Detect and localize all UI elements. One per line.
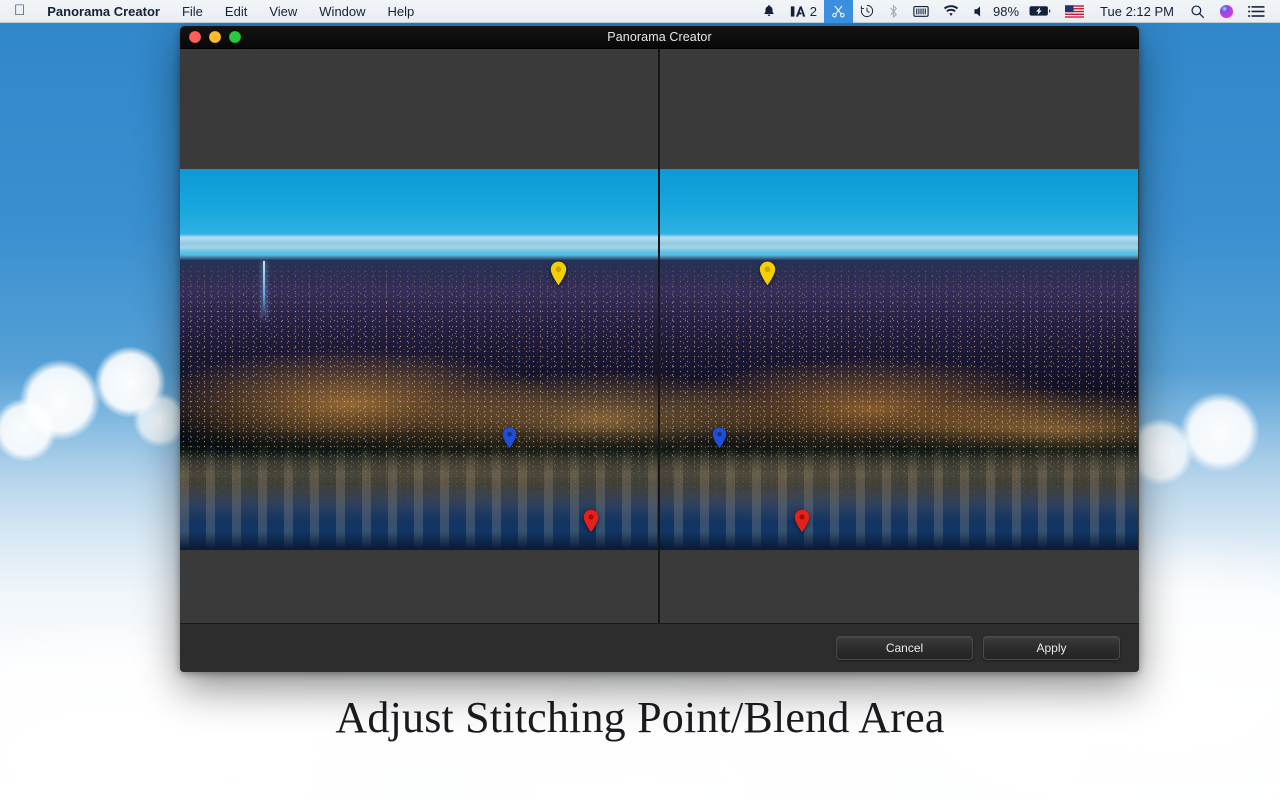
battery-charging-icon[interactable] bbox=[1022, 5, 1058, 17]
notification-center-icon[interactable] bbox=[1241, 5, 1272, 18]
display-icon[interactable] bbox=[906, 5, 936, 18]
stitch-point-marker[interactable] bbox=[759, 261, 776, 286]
panorama-creator-window: Panorama Creator bbox=[180, 26, 1139, 672]
desktop-wallpaper:  Panorama Creator File Edit View Window… bbox=[0, 0, 1280, 800]
battery-percent-label: 98% bbox=[993, 4, 1022, 19]
stitch-divider[interactable] bbox=[658, 49, 660, 623]
foreground-buildings-right bbox=[659, 169, 1138, 550]
time-machine-icon[interactable] bbox=[853, 4, 881, 18]
menu-item-edit[interactable]: Edit bbox=[214, 0, 258, 23]
menu-bar-status-group: 2 98% bbox=[755, 0, 1280, 23]
window-title: Panorama Creator bbox=[180, 30, 1139, 44]
control-point-marker[interactable] bbox=[583, 509, 599, 533]
window-footer-bar: Cancel Apply bbox=[180, 623, 1139, 672]
wifi-icon[interactable] bbox=[936, 5, 966, 18]
menu-bar-left-group:  Panorama Creator File Edit View Window… bbox=[0, 0, 425, 23]
blend-area-marker[interactable] bbox=[712, 427, 727, 449]
bell-icon[interactable] bbox=[755, 4, 783, 18]
blend-area-marker[interactable] bbox=[502, 427, 517, 449]
page-title: Adjust Stitching Point/Blend Area bbox=[0, 692, 1280, 743]
window-titlebar[interactable]: Panorama Creator bbox=[180, 26, 1139, 49]
close-window-button[interactable] bbox=[189, 31, 201, 43]
volume-icon[interactable] bbox=[966, 5, 993, 18]
menu-app-name[interactable]: Panorama Creator bbox=[36, 0, 171, 23]
menu-item-window[interactable]: Window bbox=[308, 0, 376, 23]
apple-logo-icon[interactable]:  bbox=[10, 3, 36, 20]
menu-item-view[interactable]: View bbox=[258, 0, 308, 23]
left-source-image[interactable] bbox=[180, 169, 659, 550]
stitch-point-marker[interactable] bbox=[550, 261, 567, 286]
window-traffic-lights bbox=[180, 31, 241, 43]
siri-icon[interactable] bbox=[1212, 4, 1241, 19]
macos-menu-bar:  Panorama Creator File Edit View Window… bbox=[0, 0, 1280, 23]
spotlight-search-icon[interactable] bbox=[1183, 4, 1212, 19]
adobe-creative-cloud-icon[interactable]: 2 bbox=[783, 0, 824, 23]
us-flag-icon[interactable] bbox=[1058, 5, 1091, 18]
control-point-marker[interactable] bbox=[794, 509, 810, 533]
cancel-button[interactable]: Cancel bbox=[836, 636, 973, 660]
apply-button[interactable]: Apply bbox=[983, 636, 1120, 660]
right-source-image[interactable] bbox=[659, 169, 1138, 550]
broadcast-tower-left bbox=[263, 261, 265, 319]
foreground-buildings-left bbox=[180, 169, 659, 550]
stitching-canvas[interactable] bbox=[180, 49, 1139, 623]
menu-bar-clock[interactable]: Tue 2:12 PM bbox=[1091, 4, 1183, 19]
scissors-icon[interactable] bbox=[824, 0, 853, 23]
menu-item-help[interactable]: Help bbox=[377, 0, 426, 23]
adobe-badge-count: 2 bbox=[810, 0, 817, 23]
minimize-window-button[interactable] bbox=[209, 31, 221, 43]
bluetooth-icon[interactable] bbox=[881, 4, 906, 19]
menu-item-file[interactable]: File bbox=[171, 0, 214, 23]
zoom-window-button[interactable] bbox=[229, 31, 241, 43]
panorama-preview-strip bbox=[180, 169, 1139, 550]
